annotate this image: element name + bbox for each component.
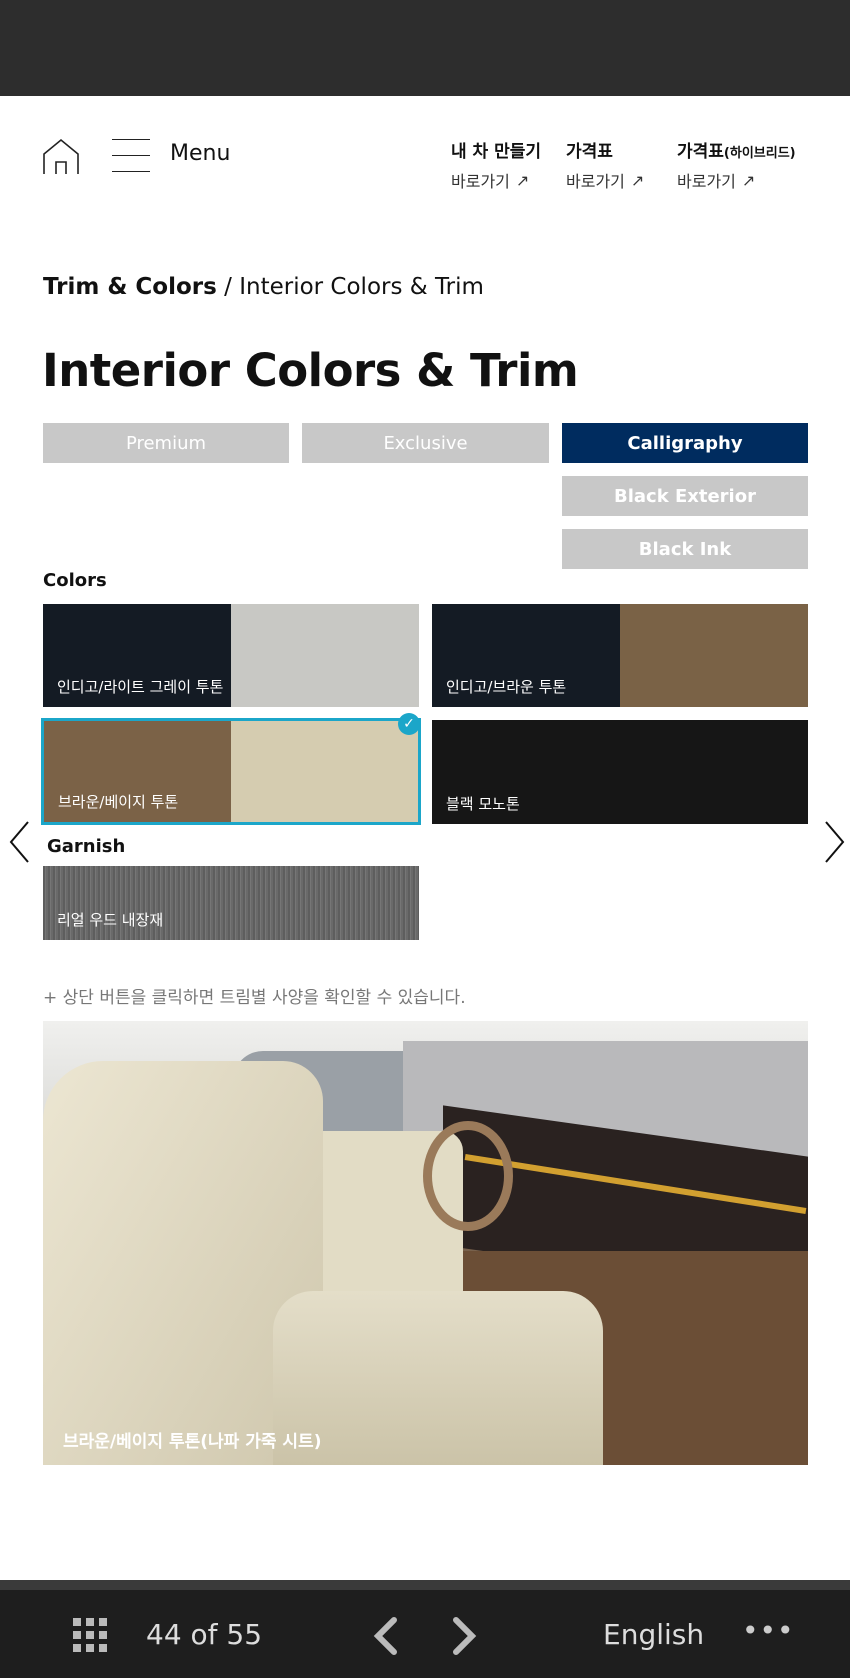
home-icon[interactable] xyxy=(42,138,80,178)
build-car-link[interactable]: 내 차 만들기 바로가기 ↗ xyxy=(451,137,541,192)
tab-premium[interactable]: Premium xyxy=(43,423,289,463)
prev-arrow-icon[interactable] xyxy=(8,820,30,868)
viewer-bottom-bar: 44 of 55 English ••• xyxy=(0,1590,850,1678)
price-list-link[interactable]: 가격표 바로가기 ↗ xyxy=(566,137,644,192)
page-indicator: 44 of 55 xyxy=(146,1618,263,1651)
color-swatch[interactable]: 인디고/브라운 투톤 xyxy=(432,604,808,707)
page-title: Interior Colors & Trim xyxy=(42,344,579,397)
language-button[interactable]: English xyxy=(603,1618,704,1651)
breadcrumb-current: Interior Colors & Trim xyxy=(239,274,484,300)
colors-heading: Colors xyxy=(43,570,107,591)
grid-icon[interactable] xyxy=(73,1618,107,1652)
tab-black-ink[interactable]: Black Ink xyxy=(562,529,808,569)
viewer-top-bar xyxy=(0,0,850,96)
check-icon: ✓ xyxy=(398,713,420,735)
external-link-icon: ↗ xyxy=(630,170,645,190)
garnish-heading: Garnish xyxy=(47,836,126,857)
hybrid-price-list-link[interactable]: 가격표(하이브리드) 바로가기 ↗ xyxy=(677,137,796,192)
divider xyxy=(0,1580,850,1590)
breadcrumb: Trim & Colors / Interior Colors & Trim xyxy=(43,274,484,300)
tab-exclusive[interactable]: Exclusive xyxy=(302,423,549,463)
previous-page-icon[interactable] xyxy=(372,1616,398,1660)
color-swatch[interactable]: 인디고/라이트 그레이 투톤 xyxy=(43,604,419,707)
breadcrumb-parent[interactable]: Trim & Colors xyxy=(43,274,217,300)
trim-note: + 상단 버튼을 클릭하면 트림별 사양을 확인할 수 있습니다. xyxy=(43,988,466,1008)
tab-black-exterior[interactable]: Black Exterior xyxy=(562,476,808,516)
external-link-icon: ↗ xyxy=(515,170,530,190)
external-link-icon: ↗ xyxy=(741,170,756,190)
more-options-icon[interactable]: ••• xyxy=(742,1614,795,1647)
interior-image: 브라운/베이지 투톤(나파 가죽 시트) xyxy=(43,1021,808,1465)
tab-calligraphy[interactable]: Calligraphy xyxy=(562,423,808,463)
next-page-icon[interactable] xyxy=(452,1616,478,1660)
image-caption: 브라운/베이지 투톤(나파 가죽 시트) xyxy=(63,1432,322,1452)
menu-icon[interactable] xyxy=(112,137,150,175)
color-swatch-selected[interactable]: 브라운/베이지 투톤 xyxy=(41,718,421,825)
next-arrow-icon[interactable] xyxy=(824,820,846,868)
color-swatch[interactable]: 블랙 모노톤 xyxy=(432,720,808,824)
garnish-swatch[interactable]: 리얼 우드 내장재 xyxy=(43,866,419,940)
menu-label[interactable]: Menu xyxy=(170,141,230,166)
